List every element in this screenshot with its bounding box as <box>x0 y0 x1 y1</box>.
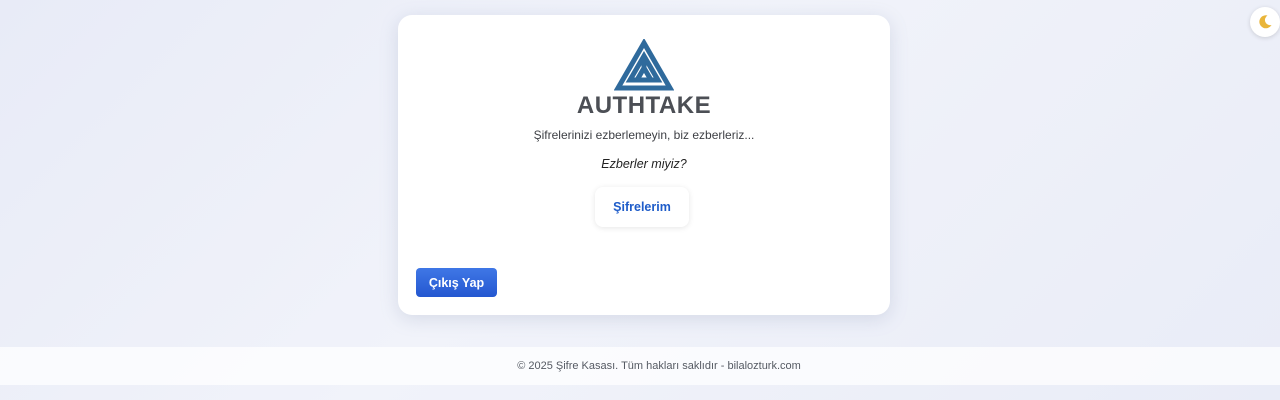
logout-button[interactable]: Çıkış Yap <box>416 268 497 297</box>
triangle-maze-logo-icon <box>614 39 674 91</box>
brand-name: AUTHTAKE <box>576 92 712 119</box>
my-passwords-button[interactable]: Şifrelerim <box>595 187 689 227</box>
brand-logo <box>398 39 890 91</box>
tagline: Şifrelerinizi ezberlemeyin, biz ezberler… <box>533 128 755 142</box>
footer: © 2025 Şifre Kasası. Tüm hakları saklıdı… <box>0 347 1280 385</box>
question-text: Ezberler miyiz? <box>601 157 687 171</box>
footer-copyright: © 2025 Şifre Kasası. Tüm hakları saklıdı… <box>517 360 801 372</box>
theme-toggle-button[interactable] <box>1250 7 1280 37</box>
moon-icon <box>1259 15 1272 29</box>
welcome-card: AUTHTAKE Şifrelerinizi ezberlemeyin, biz… <box>398 15 890 315</box>
